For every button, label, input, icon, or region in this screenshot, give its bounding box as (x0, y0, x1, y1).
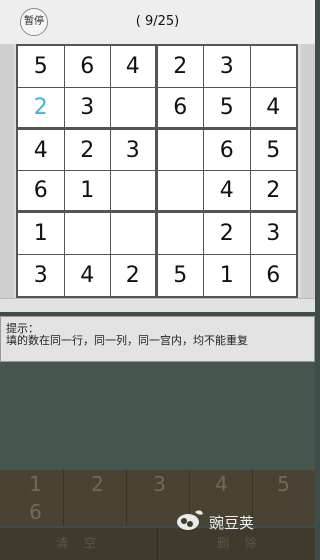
grid-cell[interactable] (250, 46, 296, 87)
grid-cell[interactable]: 4 (111, 46, 157, 87)
key-4[interactable]: 4 (190, 470, 253, 498)
hint-panel: 提示： 填的数在同一行，同一列，同一宫内，均不能重复 (0, 316, 315, 362)
grid-cell[interactable]: 3 (64, 87, 110, 129)
top-bar: 暂停 ( 9/25) (0, 0, 315, 44)
grid-cell[interactable]: 6 (250, 255, 296, 296)
puzzle-progress: ( 9/25) (135, 14, 180, 29)
grid-cell[interactable]: 5 (204, 87, 250, 129)
grid-cell[interactable]: 5 (250, 129, 296, 171)
grid-cell[interactable]: 2 (111, 255, 157, 296)
grid-cell[interactable]: 6 (157, 87, 203, 129)
grid-cell[interactable]: 5 (18, 46, 64, 87)
grid-cell[interactable]: 1 (18, 213, 64, 255)
key-2[interactable]: 2 (66, 470, 129, 498)
grid-cell[interactable]: 2 (157, 46, 203, 87)
grid-cell[interactable]: 2 (250, 171, 296, 213)
grid-cell[interactable]: 2 (204, 213, 250, 255)
grid-cell[interactable]: 4 (250, 87, 296, 129)
grid-cell[interactable]: 1 (204, 255, 250, 296)
grid-cell[interactable]: 4 (64, 255, 110, 296)
key-1[interactable]: 1 (4, 470, 67, 498)
keypad-divider (63, 470, 64, 526)
grid-cell[interactable]: 2 (64, 129, 110, 171)
grid-cell[interactable] (157, 213, 203, 255)
grid-cell-selected[interactable]: 2 (18, 87, 64, 129)
grid-cell[interactable]: 6 (64, 46, 110, 87)
board-margin-right (301, 44, 315, 298)
grid-cell[interactable] (111, 171, 157, 213)
sudoku-grid: 5 6 4 2 3 2 3 6 5 4 4 2 3 6 5 6 1 4 2 1 … (16, 44, 298, 298)
grid-cell[interactable] (157, 129, 203, 171)
key-5[interactable]: 5 (252, 470, 315, 498)
grid-cell[interactable]: 5 (157, 255, 203, 296)
grid-cell[interactable]: 3 (250, 213, 296, 255)
grid-cell[interactable]: 3 (111, 129, 157, 171)
watermark: 豌豆荚 (175, 504, 285, 544)
board-margin-left (0, 44, 14, 298)
blank-panel (0, 362, 315, 470)
keypad-divider (126, 470, 127, 526)
grid-cell[interactable]: 4 (204, 171, 250, 213)
grid-cell[interactable]: 6 (18, 171, 64, 213)
grid-cell[interactable]: 3 (204, 46, 250, 87)
wandoujia-logo-icon (177, 510, 203, 530)
clear-button[interactable]: 清 空 (4, 534, 154, 551)
grid-cell[interactable] (157, 171, 203, 213)
grid-cell[interactable] (64, 213, 110, 255)
action-divider (157, 528, 158, 560)
key-6[interactable]: 6 (4, 498, 67, 526)
grid-cell[interactable]: 1 (64, 171, 110, 213)
grid-cell[interactable]: 4 (18, 129, 64, 171)
grid-cell[interactable] (111, 87, 157, 129)
board-bottom-bar (0, 298, 315, 312)
key-3[interactable]: 3 (128, 470, 191, 498)
grid-cell[interactable]: 6 (204, 129, 250, 171)
grid-cell[interactable]: 3 (18, 255, 64, 296)
hint-text: 填的数在同一行，同一列，同一宫内，均不能重复 (6, 334, 248, 347)
watermark-text: 豌豆荚 (209, 514, 255, 532)
grid-cell[interactable] (111, 213, 157, 255)
